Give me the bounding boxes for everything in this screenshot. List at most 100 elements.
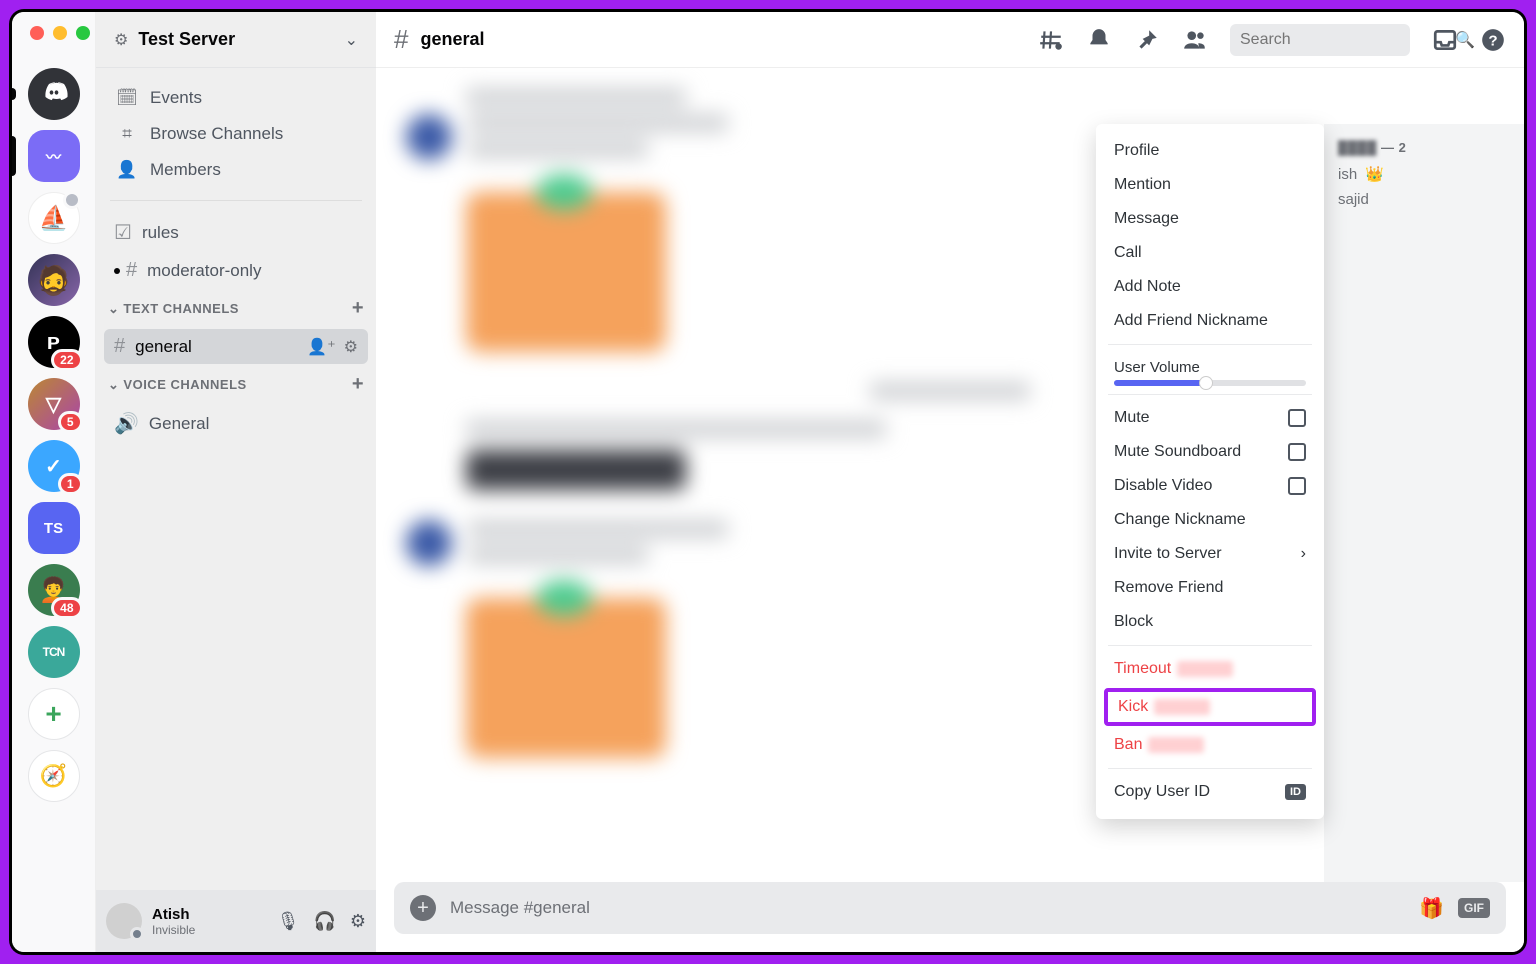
server-item[interactable]: ⛵ xyxy=(28,192,80,244)
member-category: ████ — 2 xyxy=(1338,140,1510,155)
ctx-kick[interactable]: Kick xyxy=(1108,692,1312,722)
attach-button[interactable]: + xyxy=(410,895,436,921)
hash-icon: # xyxy=(394,24,408,55)
ctx-profile[interactable]: Profile xyxy=(1096,134,1324,168)
ctx-mute-soundboard[interactable]: Mute Soundboard xyxy=(1096,435,1324,469)
server-item[interactable]: ✓1 xyxy=(28,440,80,492)
ctx-mention[interactable]: Mention xyxy=(1096,168,1324,202)
gif-button[interactable]: GIF xyxy=(1458,898,1490,918)
close-window[interactable] xyxy=(30,26,44,40)
server-item[interactable]: 🧑‍🦱48 xyxy=(28,564,80,616)
pinned-icon[interactable] xyxy=(1134,27,1160,53)
minimize-window[interactable] xyxy=(53,26,67,40)
invite-icon[interactable]: 👤⁺ xyxy=(307,337,335,357)
server-item[interactable]: TCN xyxy=(28,626,80,678)
ctx-mute[interactable]: Mute xyxy=(1096,401,1324,435)
status-sub-badge xyxy=(63,191,81,209)
ctx-change-nickname[interactable]: Change Nickname xyxy=(1096,503,1324,537)
channel-header: # general 🔍 ? xyxy=(376,12,1524,68)
composer-placeholder: Message #general xyxy=(450,898,1405,918)
main-area: # general 🔍 ? xyxy=(376,12,1524,952)
channel-moderator-only[interactable]: #moderator-only xyxy=(104,253,368,288)
server-item[interactable]: ▽5 xyxy=(28,378,80,430)
server-item[interactable]: 🧔 xyxy=(28,254,80,306)
server-header[interactable]: ⚙ Test Server ⌄ xyxy=(96,12,376,68)
boost-gear-icon: ⚙ xyxy=(114,30,128,50)
member-row[interactable]: ish 👑 xyxy=(1338,165,1510,183)
voice-channel-general[interactable]: 🔊 General xyxy=(104,405,368,442)
help-icon[interactable]: ? xyxy=(1480,27,1506,53)
server-name: Test Server xyxy=(138,29,344,50)
server-item[interactable]: 〰 xyxy=(28,130,80,182)
explore-button[interactable]: 🧭 xyxy=(28,750,80,802)
unread-badge: 5 xyxy=(58,411,83,433)
hash-grid-icon: ⌗ xyxy=(116,124,138,144)
crown-icon: 👑 xyxy=(1365,165,1384,183)
home-button[interactable] xyxy=(28,68,80,120)
hash-icon: # xyxy=(114,335,125,358)
user-context-menu: Profile Mention Message Call Add Note Ad… xyxy=(1096,124,1324,819)
user-settings-icon[interactable]: ⚙ xyxy=(350,911,366,932)
channel-settings-icon[interactable]: ⚙ xyxy=(344,337,358,357)
inbox-icon[interactable] xyxy=(1432,27,1458,53)
search-box[interactable]: 🔍 xyxy=(1230,24,1410,56)
sidebar-events[interactable]: 🗓Events xyxy=(106,80,366,116)
mute-mic-icon[interactable]: 🎙 xyxy=(277,911,300,932)
sidebar-browse-channels[interactable]: ⌗Browse Channels xyxy=(106,116,366,152)
add-channel-icon[interactable]: + xyxy=(352,297,364,320)
channel-rules[interactable]: ☑rules xyxy=(104,214,368,251)
channel-sidebar: ⚙ Test Server ⌄ 🗓Events ⌗Browse Channels… xyxy=(96,12,376,952)
ctx-add-friend-nickname[interactable]: Add Friend Nickname xyxy=(1096,304,1324,338)
channel-general[interactable]: # general 👤⁺ ⚙ xyxy=(104,329,368,364)
checkbox-icon[interactable] xyxy=(1288,443,1306,461)
unread-badge: 1 xyxy=(58,473,83,495)
category-voice-channels[interactable]: ⌄VOICE CHANNELS + xyxy=(96,365,376,404)
speaker-icon: 🔊 xyxy=(114,411,139,436)
ctx-copy-user-id[interactable]: Copy User IDID xyxy=(1096,775,1324,809)
window-traffic-lights[interactable] xyxy=(30,26,90,40)
threads-icon[interactable] xyxy=(1038,27,1064,53)
gift-icon[interactable]: 🎁 xyxy=(1419,896,1444,921)
unread-dot xyxy=(114,268,120,274)
ctx-block[interactable]: Block xyxy=(1096,605,1324,639)
deafen-icon[interactable]: 🎧 xyxy=(313,911,335,932)
svg-text:?: ? xyxy=(1488,32,1497,49)
maximize-window[interactable] xyxy=(76,26,90,40)
unread-badge: 48 xyxy=(51,597,82,619)
ctx-add-note[interactable]: Add Note xyxy=(1096,270,1324,304)
members-icon: 👤 xyxy=(116,160,138,180)
discord-logo-icon xyxy=(39,79,69,109)
ctx-invite-to-server[interactable]: Invite to Server› xyxy=(1096,537,1324,571)
notifications-icon[interactable] xyxy=(1086,27,1112,53)
chevron-down-icon: ⌄ xyxy=(108,377,119,393)
server-item[interactable]: TS xyxy=(28,502,80,554)
server-item[interactable]: ᴘ22 xyxy=(28,316,80,368)
message-composer[interactable]: + Message #general 🎁 GIF xyxy=(394,882,1506,934)
user-panel: Atish Invisible 🎙 🎧 ⚙ xyxy=(96,890,376,952)
ctx-disable-video[interactable]: Disable Video xyxy=(1096,469,1324,503)
calendar-icon: 🗓 xyxy=(116,88,138,108)
ctx-remove-friend[interactable]: Remove Friend xyxy=(1096,571,1324,605)
status-invisible-icon xyxy=(130,927,144,941)
add-channel-icon[interactable]: + xyxy=(352,373,364,396)
unread-badge: 22 xyxy=(51,349,82,371)
chevron-down-icon: ⌄ xyxy=(108,301,119,317)
member-row[interactable]: sajid xyxy=(1338,191,1510,208)
category-text-channels[interactable]: ⌄TEXT CHANNELS + xyxy=(96,289,376,328)
channel-title: general xyxy=(420,29,1026,50)
add-server-button[interactable]: + xyxy=(28,688,80,740)
ctx-call[interactable]: Call xyxy=(1096,236,1324,270)
user-volume-slider[interactable] xyxy=(1114,380,1306,386)
checkbox-icon[interactable] xyxy=(1288,409,1306,427)
user-avatar[interactable] xyxy=(106,903,142,939)
rules-icon: ☑ xyxy=(114,220,132,245)
search-input[interactable] xyxy=(1240,31,1447,49)
user-name: Atish xyxy=(152,906,195,923)
ctx-timeout[interactable]: Timeout xyxy=(1096,652,1324,686)
sidebar-members[interactable]: 👤Members xyxy=(106,152,366,188)
server-rail: 〰 ⛵ 🧔 ᴘ22 ▽5 ✓1 TS 🧑‍🦱48 TCN + 🧭 xyxy=(12,12,96,952)
ctx-ban[interactable]: Ban xyxy=(1096,728,1324,762)
ctx-message[interactable]: Message xyxy=(1096,202,1324,236)
checkbox-icon[interactable] xyxy=(1288,477,1306,495)
member-list-icon[interactable] xyxy=(1182,27,1208,53)
